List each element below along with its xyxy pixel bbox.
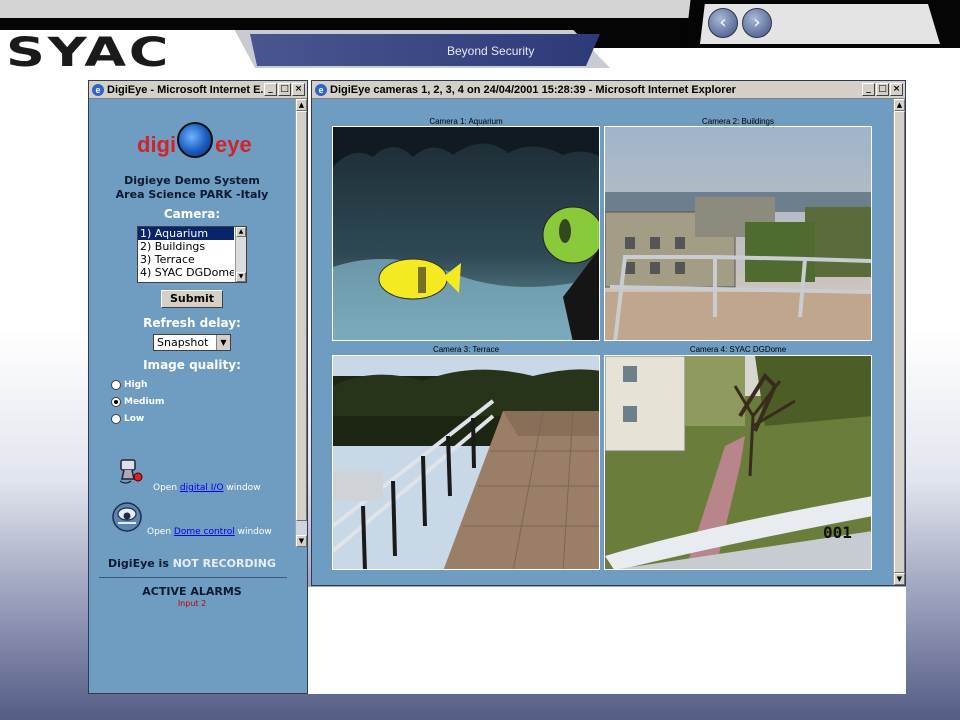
listbox-down-arrow-icon[interactable]: ▼	[236, 272, 246, 282]
recording-status: DigiEye is NOT RECORDING	[108, 557, 276, 570]
control-window-titlebar[interactable]: e DigiEye - Microsoft Internet E... _ □ …	[89, 81, 307, 99]
scroll-thumb[interactable]	[894, 111, 905, 573]
blank-content-area	[308, 587, 906, 694]
chevron-down-icon[interactable]: ▼	[216, 335, 230, 350]
camera-option[interactable]: 4) SYAC DGDome	[138, 266, 234, 279]
radio-low[interactable]	[111, 414, 121, 424]
camera-listbox[interactable]: 1) Aquarium 2) Buildings 3) Terrace 4) S…	[137, 226, 247, 283]
digital-io-row: Open digital I/O window	[153, 483, 261, 493]
divider	[99, 577, 287, 578]
camera-option[interactable]: 1) Aquarium	[138, 227, 234, 240]
radio-medium[interactable]	[111, 397, 121, 407]
syac-logo: SYAC	[6, 30, 172, 76]
control-window-title: DigiEye - Microsoft Internet E...	[107, 84, 270, 96]
recording-status-value: NOT RECORDING	[172, 557, 276, 570]
system-name: Digieye Demo System	[124, 174, 260, 187]
cameras-window-scrollbar[interactable]: ▲ ▼	[893, 99, 905, 585]
alarm-item[interactable]: Input 2	[89, 599, 295, 608]
camera-4-counter: 001	[823, 523, 852, 542]
quality-option-high[interactable]: High	[111, 380, 147, 390]
maximize-button[interactable]: □	[278, 83, 291, 96]
camera-2-caption: Camera 2: Buildings	[701, 117, 775, 126]
previous-button[interactable]: ‹	[708, 8, 738, 38]
slogan-band	[250, 34, 600, 66]
listbox-up-arrow-icon[interactable]: ▲	[236, 227, 246, 237]
refresh-delay-label: Refresh delay:	[143, 316, 241, 330]
quality-option-medium[interactable]: Medium	[111, 397, 164, 407]
scroll-down-arrow-icon[interactable]: ▼	[296, 535, 307, 547]
dome-control-row: Open Dome control window	[147, 527, 272, 537]
system-location: Area Science PARK -Italy	[115, 188, 269, 201]
image-quality-label: Image quality:	[143, 358, 241, 372]
digital-io-link[interactable]: digital I/O	[180, 483, 224, 493]
next-button[interactable]: ›	[742, 8, 772, 38]
camera-2-feed[interactable]	[604, 126, 872, 341]
scroll-down-arrow-icon[interactable]: ▼	[894, 573, 905, 585]
camera-1-caption: Camera 1: Aquarium	[429, 117, 503, 126]
control-window-scrollbar[interactable]: ▲ ▼	[295, 99, 307, 547]
camera-1-feed[interactable]	[332, 126, 600, 341]
cameras-window-title: DigiEye cameras 1, 2, 3, 4 on 24/04/2001…	[330, 84, 736, 96]
camera-option[interactable]: 3) Terrace	[138, 253, 234, 266]
submit-button[interactable]: Submit	[161, 290, 223, 308]
scroll-thumb[interactable]	[296, 111, 307, 521]
digieye-control-window: e DigiEye - Microsoft Internet E... _ □ …	[88, 80, 308, 694]
slogan-text: Beyond Security	[447, 44, 535, 58]
camera-4-feed[interactable]: 001	[604, 355, 872, 570]
scroll-up-arrow-icon[interactable]: ▲	[296, 99, 307, 111]
ie-icon: e	[92, 84, 104, 96]
active-alarms-title: ACTIVE ALARMS	[142, 585, 242, 598]
dome-control-link[interactable]: Dome control	[174, 527, 235, 537]
minimize-button[interactable]: _	[264, 83, 277, 96]
ie-icon: e	[315, 84, 327, 96]
maximize-button[interactable]: □	[876, 83, 889, 96]
digieye-cameras-window: e DigiEye cameras 1, 2, 3, 4 on 24/04/20…	[311, 80, 906, 586]
cameras-window-titlebar[interactable]: e DigiEye cameras 1, 2, 3, 4 on 24/04/20…	[312, 81, 905, 99]
listbox-scrollbar[interactable]: ▲ ▼	[235, 227, 246, 282]
camera-label: Camera:	[163, 207, 221, 221]
scroll-up-arrow-icon[interactable]: ▲	[894, 99, 905, 111]
camera-3-caption: Camera 3: Terrace	[432, 345, 500, 354]
close-button[interactable]: ×	[292, 83, 305, 96]
camera-3-feed[interactable]	[332, 355, 600, 570]
digital-io-icon[interactable]	[117, 457, 145, 485]
minimize-button[interactable]: _	[862, 83, 875, 96]
radio-high[interactable]	[111, 380, 121, 390]
globe-icon	[177, 122, 213, 158]
camera-4-caption: Camera 4: SYAC DGDome	[689, 345, 787, 354]
camera-option[interactable]: 2) Buildings	[138, 240, 234, 253]
refresh-delay-select[interactable]: Snapshot ▼	[153, 334, 231, 351]
digieye-logo: digi eye	[137, 122, 252, 158]
dome-control-icon[interactable]	[111, 501, 143, 533]
quality-option-low[interactable]: Low	[111, 414, 144, 424]
close-button[interactable]: ×	[890, 83, 903, 96]
